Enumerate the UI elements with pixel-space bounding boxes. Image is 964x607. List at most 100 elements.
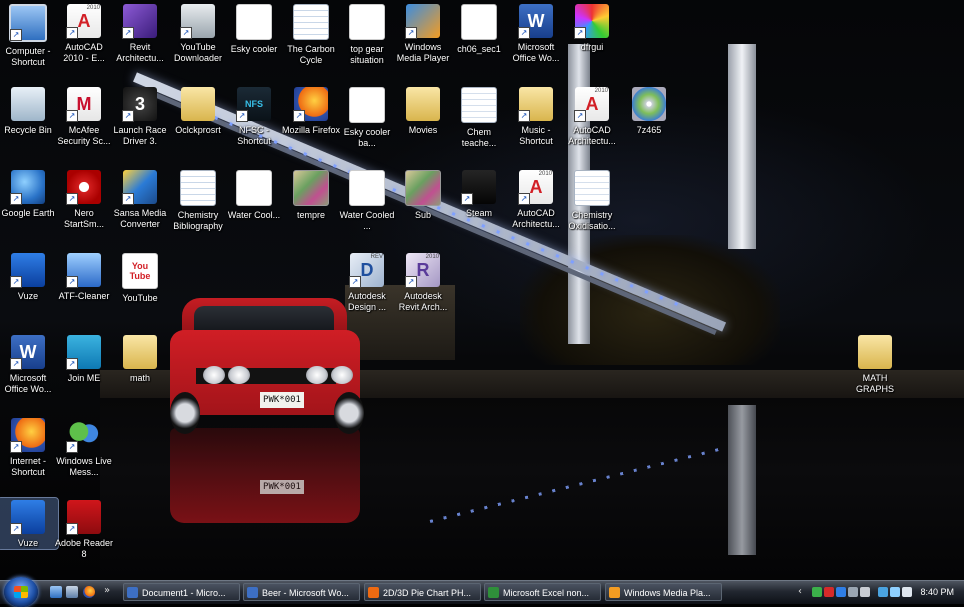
tray-app-icon[interactable] bbox=[878, 587, 888, 597]
desktop-icon-wmp[interactable]: ↗ Windows Media Player bbox=[393, 2, 453, 64]
blank-document-icon bbox=[349, 87, 385, 123]
desktop-icon-msofficeword1[interactable]: W ↗ Microsoft Office Wo... bbox=[506, 2, 566, 64]
desktop-icon-revit[interactable]: ↗ Revit Architectu... bbox=[110, 2, 170, 64]
desktop-icon-carboncycle[interactable]: The Carbon Cycle bbox=[281, 2, 341, 66]
desktop-icon-vuze2[interactable]: ↗ Vuze bbox=[0, 497, 59, 550]
tray-expand-icon[interactable]: ‹ bbox=[798, 586, 808, 598]
race-driver-icon: 3 ↗ bbox=[122, 87, 157, 122]
taskbar-button[interactable]: Windows Media Pla... bbox=[605, 583, 722, 601]
autocad-icon: A 2010 ↗ bbox=[66, 4, 101, 39]
desktop-icon-launchrace[interactable]: 3 ↗ Launch Race Driver 3. bbox=[110, 85, 170, 147]
desktop-icon-ie[interactable]: ↗ Internet - Shortcut bbox=[0, 416, 58, 478]
desktop-icon-oclckprosrt[interactable]: Oclckprosrt bbox=[168, 85, 228, 136]
desktop-icon-tempre[interactable]: tempre bbox=[281, 168, 341, 221]
desktop-icon-eskycooler2[interactable]: Esky cooler ba... bbox=[337, 85, 397, 149]
desktop-icon-math[interactable]: math bbox=[110, 333, 170, 384]
desktop-icon-label: AutoCAD Architectu... bbox=[512, 208, 560, 229]
desktop-icon-eskycooler[interactable]: Esky cooler bbox=[224, 2, 284, 55]
car-headlight bbox=[203, 366, 225, 384]
word-document-icon bbox=[574, 170, 610, 206]
desktop-icon-chembib[interactable]: Chemistry Bibliography bbox=[168, 168, 228, 232]
desktop-icon-autocadarch2[interactable]: A 2010 ↗ AutoCAD Architectu... bbox=[506, 168, 566, 230]
taskbar-button[interactable]: 2D/3D Pie Chart PH... bbox=[364, 583, 481, 601]
desktop-icon-autodeskrevit[interactable]: R 2010 ↗ Autodesk Revit Arch... bbox=[393, 251, 453, 313]
system-tray: ‹ 8:40 PM bbox=[798, 581, 964, 604]
desktop-icon-watercooled[interactable]: Water Cooled ... bbox=[337, 168, 397, 232]
desktop-icon-autocad2010[interactable]: A 2010 ↗ AutoCAD 2010 - E... bbox=[54, 2, 114, 64]
document-icon bbox=[180, 170, 216, 206]
shortcut-arrow-icon: ↗ bbox=[518, 193, 530, 205]
desktop-icon-ytdownloader[interactable]: ↗ YouTube Downloader bbox=[168, 2, 228, 64]
desktop-icon-label: Computer - Shortcut bbox=[5, 46, 51, 67]
desktop-icon-nfsc[interactable]: NFS ↗ NFSC - Shortcut bbox=[224, 85, 284, 147]
desktop-icon-joinme[interactable]: ↗ Join ME bbox=[54, 333, 114, 384]
document-icon bbox=[293, 4, 329, 40]
mcafee-tray-icon[interactable] bbox=[824, 587, 834, 597]
tray-app-icon[interactable] bbox=[836, 587, 846, 597]
desktop-icon-label: Mozilla Firefox bbox=[281, 125, 340, 135]
atf-cleaner-icon: ↗ bbox=[66, 253, 101, 288]
desktop-icon-chemoxid[interactable]: Chemistry Oxidisatio... bbox=[562, 168, 622, 232]
plate-reflection: PWK*001 bbox=[260, 480, 304, 494]
nero-icon: ↗ bbox=[66, 170, 101, 205]
desktop-icon-chemteacher[interactable]: Chem teache... bbox=[449, 85, 509, 149]
taskbar-button[interactable]: Beer - Microsoft Wo... bbox=[243, 583, 360, 601]
shortcut-arrow-icon: ↗ bbox=[10, 441, 22, 453]
switch-windows-icon[interactable] bbox=[66, 586, 78, 598]
tower-reflection bbox=[728, 405, 756, 555]
clock[interactable]: 8:40 PM bbox=[920, 581, 954, 604]
taskbar-button[interactable]: Document1 - Micro... bbox=[123, 583, 240, 601]
desktop-icon-label: Recycle Bin bbox=[4, 125, 52, 135]
desktop-icon-recyclebin[interactable]: Recycle Bin bbox=[0, 85, 58, 136]
desktop-icon-movies[interactable]: Movies bbox=[393, 85, 453, 136]
desktop-icon-watercool1[interactable]: Water Cool... bbox=[224, 168, 284, 221]
desktop-icon-music[interactable]: ↗ Music - Shortcut bbox=[506, 85, 566, 147]
shortcut-arrow-icon: ↗ bbox=[66, 110, 78, 122]
safely-remove-icon[interactable] bbox=[860, 587, 870, 597]
recycle-bin-icon bbox=[11, 87, 45, 121]
quick-launch-expand-icon[interactable]: » bbox=[104, 586, 114, 598]
icon-version-badge: 2010 bbox=[594, 88, 608, 94]
car-headlight bbox=[228, 366, 250, 384]
word-icon bbox=[247, 587, 258, 598]
desktop-icon-label: Esky cooler bbox=[230, 44, 278, 54]
volume-icon[interactable] bbox=[902, 587, 912, 597]
show-desktop-icon[interactable] bbox=[50, 586, 62, 598]
desktop-icon-label: Windows Live Mess... bbox=[56, 456, 112, 477]
desktop-icon-dfrgui[interactable]: ↗ dfrgui bbox=[562, 2, 622, 53]
icon-version-badge: 2010 bbox=[425, 254, 439, 260]
tray-app-icon[interactable] bbox=[812, 587, 822, 597]
desktop-icon-nero[interactable]: ↗ Nero StartSm... bbox=[54, 168, 114, 230]
shortcut-arrow-icon: ↗ bbox=[10, 193, 22, 205]
desktop-icon-topgear[interactable]: top gear situation bbox=[337, 2, 397, 66]
desktop-icon-vuze1[interactable]: ↗ Vuze bbox=[0, 251, 58, 302]
desktop-icon-youtube[interactable]: You Tube YouTube bbox=[110, 251, 170, 304]
desktop-icon-mcafee[interactable]: M ↗ McAfee Security Sc... bbox=[54, 85, 114, 147]
desktop-icon-computer[interactable]: ↗ Computer - Shortcut bbox=[0, 2, 58, 68]
shortcut-arrow-icon: ↗ bbox=[10, 358, 22, 370]
desktop-icon-sub[interactable]: Sub bbox=[393, 168, 453, 221]
desktop-icon-ch06[interactable]: ch06_sec1 bbox=[449, 2, 509, 55]
desktop-icon-wlm[interactable]: ↗ Windows Live Mess... bbox=[54, 416, 114, 478]
tray-app-icon[interactable] bbox=[848, 587, 858, 597]
desktop-icon-mozfirefox[interactable]: ↗ Mozilla Firefox bbox=[281, 85, 341, 136]
desktop-icon-msofficeword2[interactable]: W ↗ Microsoft Office Wo... bbox=[0, 333, 58, 395]
shortcut-arrow-icon: ↗ bbox=[66, 441, 78, 453]
desktop-icon-label: Water Cooled ... bbox=[339, 210, 395, 231]
desktop-icon-adobereader[interactable]: ↗ Adobe Reader 8 bbox=[54, 498, 114, 560]
firefox-icon[interactable] bbox=[83, 586, 95, 598]
desktop-icon-7z465[interactable]: 7z465 bbox=[619, 85, 679, 136]
desktop-icon-mathgraphs[interactable]: MATH GRAPHS bbox=[845, 333, 905, 395]
desktop-icon-autodeskdesign[interactable]: D REV ↗ Autodesk Design ... bbox=[337, 251, 397, 313]
taskbar-button[interactable]: Microsoft Excel non... bbox=[484, 583, 601, 601]
vuze-icon: ↗ bbox=[10, 500, 45, 535]
desktop-icon-steam[interactable]: ↗ Steam bbox=[449, 168, 509, 219]
blank-document-icon bbox=[236, 4, 272, 40]
shortcut-arrow-icon: ↗ bbox=[10, 523, 22, 535]
desktop-icon-sansa[interactable]: ↗ Sansa Media Converter bbox=[110, 168, 170, 230]
media-player-icon bbox=[609, 587, 620, 598]
network-icon[interactable] bbox=[890, 587, 900, 597]
desktop-icon-googleearth[interactable]: ↗ Google Earth bbox=[0, 168, 58, 219]
desktop-icon-autocadarch1[interactable]: A 2010 ↗ AutoCAD Architectu... bbox=[562, 85, 622, 147]
desktop-icon-atfcleaner[interactable]: ↗ ATF-Cleaner bbox=[54, 251, 114, 302]
